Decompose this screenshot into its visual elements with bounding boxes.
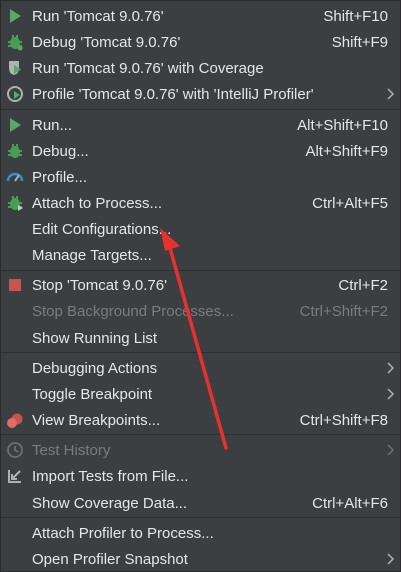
menu-item-label: Debug 'Tomcat 9.0.76' <box>32 33 181 51</box>
menu-item-stop-tomcat[interactable]: Stop 'Tomcat 9.0.76' Ctrl+F2 <box>1 272 400 298</box>
menu-item-run[interactable]: Run... Alt+Shift+F10 <box>1 112 400 138</box>
submenu-arrow-icon <box>387 444 395 456</box>
menu-item-label: Run 'Tomcat 9.0.76' with Coverage <box>32 59 264 77</box>
menu-item-view-breakpoints[interactable]: View Breakpoints... Ctrl+Shift+F8 <box>1 407 400 433</box>
menu-item-attach-process[interactable]: Attach to Process... Ctrl+Alt+F5 <box>1 190 400 216</box>
run-menu: Run 'Tomcat 9.0.76' Shift+F10 Debug 'Tom… <box>0 0 401 572</box>
menu-separator <box>1 434 400 435</box>
menu-separator <box>1 517 400 518</box>
menu-separator <box>1 270 400 271</box>
debug-icon <box>8 35 23 51</box>
menu-item-toggle-breakpoint[interactable]: Toggle Breakpoint <box>1 381 400 407</box>
menu-item-label: Stop Background Processes... <box>32 302 234 320</box>
menu-item-label: Debug... <box>32 142 89 160</box>
menu-item-label: Manage Targets... <box>32 246 152 264</box>
menu-item-label: Show Coverage Data... <box>32 494 188 512</box>
menu-item-label: Edit Configurations... <box>32 220 172 238</box>
attach-debugger-icon <box>8 196 23 211</box>
menu-item-label: Run 'Tomcat 9.0.76' <box>32 7 164 25</box>
menu-item-profile[interactable]: Profile... <box>1 164 400 190</box>
history-icon <box>7 442 23 458</box>
menu-item-label: Show Running List <box>32 329 158 347</box>
menu-item-attach-profiler[interactable]: Attach Profiler to Process... <box>1 520 400 546</box>
menu-item-label: Profile 'Tomcat 9.0.76' with 'IntelliJ P… <box>32 85 314 103</box>
menu-item-run-tomcat[interactable]: Run 'Tomcat 9.0.76' Shift+F10 <box>1 3 400 29</box>
profile-icon <box>7 86 23 102</box>
shortcut-label: Alt+Shift+F9 <box>305 142 388 160</box>
shortcut-label: Ctrl+Shift+F8 <box>299 411 388 429</box>
shortcut-label: Alt+Shift+F10 <box>297 116 388 134</box>
menu-item-run-coverage[interactable]: Run 'Tomcat 9.0.76' with Coverage <box>1 55 400 81</box>
run-icon <box>10 118 21 132</box>
menu-item-edit-configurations[interactable]: Edit Configurations... <box>1 216 400 242</box>
profile-gauge-icon <box>6 172 24 182</box>
submenu-arrow-icon <box>387 388 395 400</box>
menu-item-label: View Breakpoints... <box>32 411 161 429</box>
menu-item-show-coverage[interactable]: Show Coverage Data... Ctrl+Alt+F6 <box>1 490 400 516</box>
submenu-arrow-icon <box>387 88 395 100</box>
menu-item-label: Import Tests from File... <box>32 467 189 485</box>
menu-item-test-history[interactable]: Test History <box>1 437 400 463</box>
menu-item-debugging-actions[interactable]: Debugging Actions <box>1 355 400 381</box>
import-icon <box>8 470 21 483</box>
shortcut-label: Ctrl+Alt+F5 <box>312 194 388 212</box>
menu-item-import-tests[interactable]: Import Tests from File... <box>1 463 400 489</box>
menu-item-label: Debugging Actions <box>32 359 158 377</box>
submenu-arrow-icon <box>387 362 395 374</box>
menu-item-debug-tomcat[interactable]: Debug 'Tomcat 9.0.76' Shift+F9 <box>1 29 400 55</box>
menu-item-open-profiler-snapshot[interactable]: Open Profiler Snapshot <box>1 546 400 572</box>
menu-item-manage-targets[interactable]: Manage Targets... <box>1 242 400 268</box>
menu-separator <box>1 352 400 353</box>
submenu-arrow-icon <box>387 553 395 565</box>
menu-item-label: Open Profiler Snapshot <box>32 550 188 568</box>
menu-item-label: Test History <box>32 441 111 459</box>
menu-item-stop-background[interactable]: Stop Background Processes... Ctrl+Shift+… <box>1 298 400 324</box>
menu-item-profile-tomcat[interactable]: Profile 'Tomcat 9.0.76' with 'IntelliJ P… <box>1 81 400 107</box>
menu-item-label: Stop 'Tomcat 9.0.76' <box>32 276 167 294</box>
menu-item-debug[interactable]: Debug... Alt+Shift+F9 <box>1 138 400 164</box>
run-icon <box>10 9 21 23</box>
shortcut-label: Ctrl+Alt+F6 <box>312 494 388 512</box>
menu-item-label: Attach Profiler to Process... <box>32 524 214 542</box>
coverage-icon <box>9 61 21 75</box>
debug-icon <box>8 144 22 158</box>
menu-item-label: Attach to Process... <box>32 194 163 212</box>
menu-item-show-running-list[interactable]: Show Running List <box>1 325 400 351</box>
shortcut-label: Shift+F9 <box>331 33 388 51</box>
stop-icon <box>9 279 21 291</box>
breakpoints-icon <box>7 413 23 428</box>
shortcut-label: Ctrl+Shift+F2 <box>299 302 388 320</box>
menu-separator <box>1 109 400 110</box>
menu-item-label: Profile... <box>32 168 88 186</box>
menu-item-label: Toggle Breakpoint <box>32 385 153 403</box>
shortcut-label: Shift+F10 <box>323 7 388 25</box>
menu-item-label: Run... <box>32 116 73 134</box>
shortcut-label: Ctrl+F2 <box>338 276 388 294</box>
